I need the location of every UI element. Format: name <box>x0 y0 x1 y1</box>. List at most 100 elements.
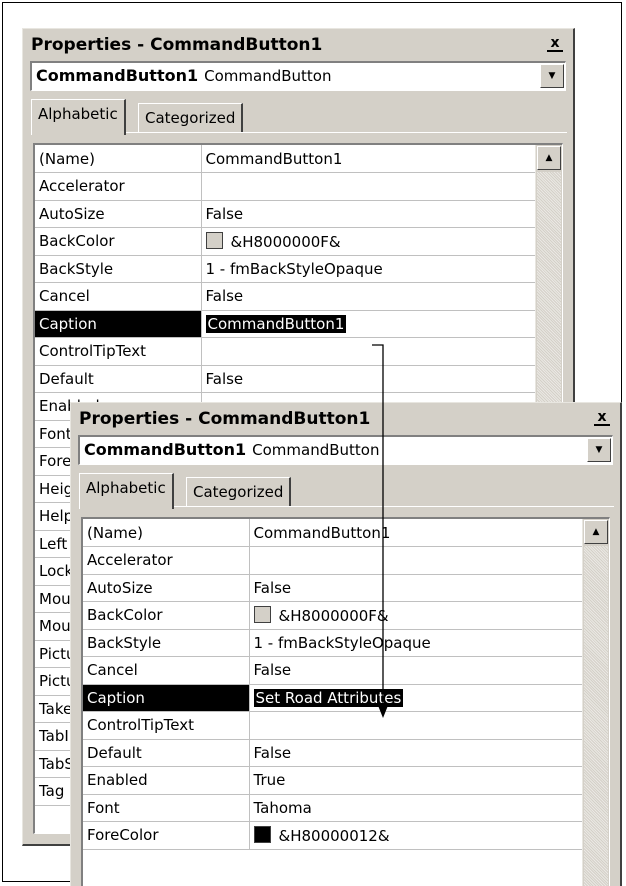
property-value: Tahoma <box>253 798 312 817</box>
property-name[interactable]: Caption <box>35 310 202 338</box>
color-swatch-icon <box>253 825 271 843</box>
property-name[interactable]: Accelerator <box>83 546 250 575</box>
property-value-cell[interactable] <box>201 337 536 366</box>
property-value: CommandButton1 <box>253 523 391 542</box>
property-value-cell[interactable]: &H80000012& <box>249 821 583 850</box>
color-swatch-icon <box>253 605 271 623</box>
property-row[interactable]: BackStyle 1 - fmBackStyleOpaque <box>35 255 536 283</box>
window-titlebar[interactable]: Properties - CommandButton1 x <box>23 29 573 61</box>
property-value-cell[interactable]: False <box>249 656 583 685</box>
property-row[interactable]: Caption Set Road Attributes <box>83 684 583 712</box>
property-row[interactable]: ControlTipText <box>35 337 536 366</box>
property-name[interactable]: Default <box>83 739 250 767</box>
property-name[interactable]: ForeColor <box>83 821 250 850</box>
property-value: False <box>205 369 244 388</box>
property-name[interactable]: (Name) <box>83 519 250 547</box>
property-row[interactable]: Caption CommandButton1 <box>35 310 536 338</box>
property-value-cell[interactable]: False <box>201 282 536 311</box>
property-row[interactable]: Default False <box>35 365 536 393</box>
scroll-up-icon[interactable]: ▲ <box>537 146 561 170</box>
property-row[interactable]: AutoSize False <box>83 574 583 602</box>
property-name[interactable]: BackColor <box>35 227 202 256</box>
property-row[interactable]: (Name) CommandButton1 <box>83 519 583 547</box>
close-icon[interactable]: x <box>547 36 563 52</box>
property-row[interactable]: (Name) CommandButton1 <box>35 145 536 173</box>
property-value: 1 - fmBackStyleOpaque <box>205 259 383 278</box>
property-value-cell[interactable] <box>249 546 583 575</box>
property-row[interactable]: Accelerator <box>83 546 583 575</box>
property-value-cell[interactable]: CommandButton1 <box>201 145 536 173</box>
property-value-cell[interactable]: False <box>249 739 583 767</box>
property-name[interactable]: Caption <box>83 684 250 712</box>
property-name[interactable]: Enabled <box>83 766 250 795</box>
tab-alphabetic[interactable]: Alphabetic <box>31 99 126 135</box>
property-row[interactable]: Font Tahoma <box>83 794 583 822</box>
property-name[interactable]: (Name) <box>35 145 202 173</box>
tab-alphabetic[interactable]: Alphabetic <box>79 473 174 509</box>
property-name[interactable]: Accelerator <box>35 172 202 201</box>
property-row[interactable]: ForeColor &H80000012& <box>83 821 583 850</box>
property-name[interactable]: Font <box>83 794 250 822</box>
property-value-cell[interactable]: Set Road Attributes <box>249 684 583 712</box>
tab-categorized[interactable]: Categorized <box>138 103 244 133</box>
object-type: CommandButton <box>204 67 332 85</box>
dropdown-arrow-icon[interactable]: ▼ <box>587 438 611 462</box>
property-row[interactable]: ControlTipText <box>83 711 583 740</box>
object-selector[interactable]: CommandButton1 CommandButton ▼ <box>30 61 566 91</box>
property-value: CommandButton1 <box>205 314 347 333</box>
property-name[interactable]: ControlTipText <box>35 337 202 366</box>
property-row[interactable]: Cancel False <box>83 656 583 685</box>
property-name[interactable]: BackStyle <box>35 255 202 283</box>
property-value-cell[interactable]: &H8000000F& <box>249 601 583 630</box>
property-name[interactable]: AutoSize <box>35 200 202 228</box>
property-value-cell[interactable]: 1 - fmBackStyleOpaque <box>249 629 583 657</box>
property-name[interactable]: BackStyle <box>83 629 250 657</box>
property-value-cell[interactable]: CommandButton1 <box>249 519 583 547</box>
property-value-cell[interactable] <box>249 711 583 740</box>
property-value: True <box>253 771 286 790</box>
object-name: CommandButton1 <box>36 66 199 85</box>
property-name[interactable]: BackColor <box>83 601 250 630</box>
property-row[interactable]: BackColor &H8000000F& <box>83 601 583 630</box>
property-value-cell[interactable] <box>201 172 536 201</box>
scroll-up-icon[interactable]: ▲ <box>584 520 608 544</box>
tab-strip: Alphabetic Categorized <box>31 97 573 135</box>
property-row[interactable]: BackColor &H8000000F& <box>35 227 536 256</box>
object-selector[interactable]: CommandButton1 CommandButton ▼ <box>78 435 613 465</box>
property-value: False <box>253 743 292 762</box>
property-name[interactable]: ControlTipText <box>83 711 250 740</box>
property-row[interactable]: Cancel False <box>35 282 536 311</box>
properties-window-updated: Properties - CommandButton1 x CommandBut… <box>70 402 622 886</box>
property-value: False <box>253 578 292 597</box>
property-value-cell[interactable]: False <box>201 365 536 393</box>
property-name[interactable]: Cancel <box>35 282 202 311</box>
property-value-cell[interactable]: Tahoma <box>249 794 583 822</box>
object-name: CommandButton1 <box>84 440 247 459</box>
property-name[interactable]: AutoSize <box>83 574 250 602</box>
dropdown-arrow-icon[interactable]: ▼ <box>540 64 564 88</box>
window-title: Properties - CommandButton1 <box>79 409 371 429</box>
property-row[interactable]: Enabled True <box>83 766 583 795</box>
property-value: False <box>205 287 244 306</box>
property-value: CommandButton1 <box>205 149 343 168</box>
property-value-cell[interactable]: 1 - fmBackStyleOpaque <box>201 255 536 283</box>
property-row[interactable]: BackStyle 1 - fmBackStyleOpaque <box>83 629 583 657</box>
property-value: False <box>205 204 244 223</box>
property-value-cell[interactable]: False <box>201 200 536 228</box>
property-value-cell[interactable]: CommandButton1 <box>201 310 536 338</box>
property-row[interactable]: AutoSize False <box>35 200 536 228</box>
property-name[interactable]: Default <box>35 365 202 393</box>
property-row[interactable]: Accelerator <box>35 172 536 201</box>
vertical-scrollbar[interactable]: ▲ <box>582 519 609 886</box>
property-value-cell[interactable]: &H8000000F& <box>201 227 536 256</box>
property-value-cell[interactable]: True <box>249 766 583 795</box>
property-name[interactable]: Cancel <box>83 656 250 685</box>
window-titlebar[interactable]: Properties - CommandButton1 x <box>71 403 620 435</box>
property-row[interactable]: Default False <box>83 739 583 767</box>
property-value: 1 - fmBackStyleOpaque <box>253 633 431 652</box>
property-value-cell[interactable]: False <box>249 574 583 602</box>
scroll-track[interactable] <box>584 546 608 886</box>
tab-categorized[interactable]: Categorized <box>186 477 292 507</box>
close-icon[interactable]: x <box>594 410 610 426</box>
color-swatch-icon <box>205 231 223 249</box>
